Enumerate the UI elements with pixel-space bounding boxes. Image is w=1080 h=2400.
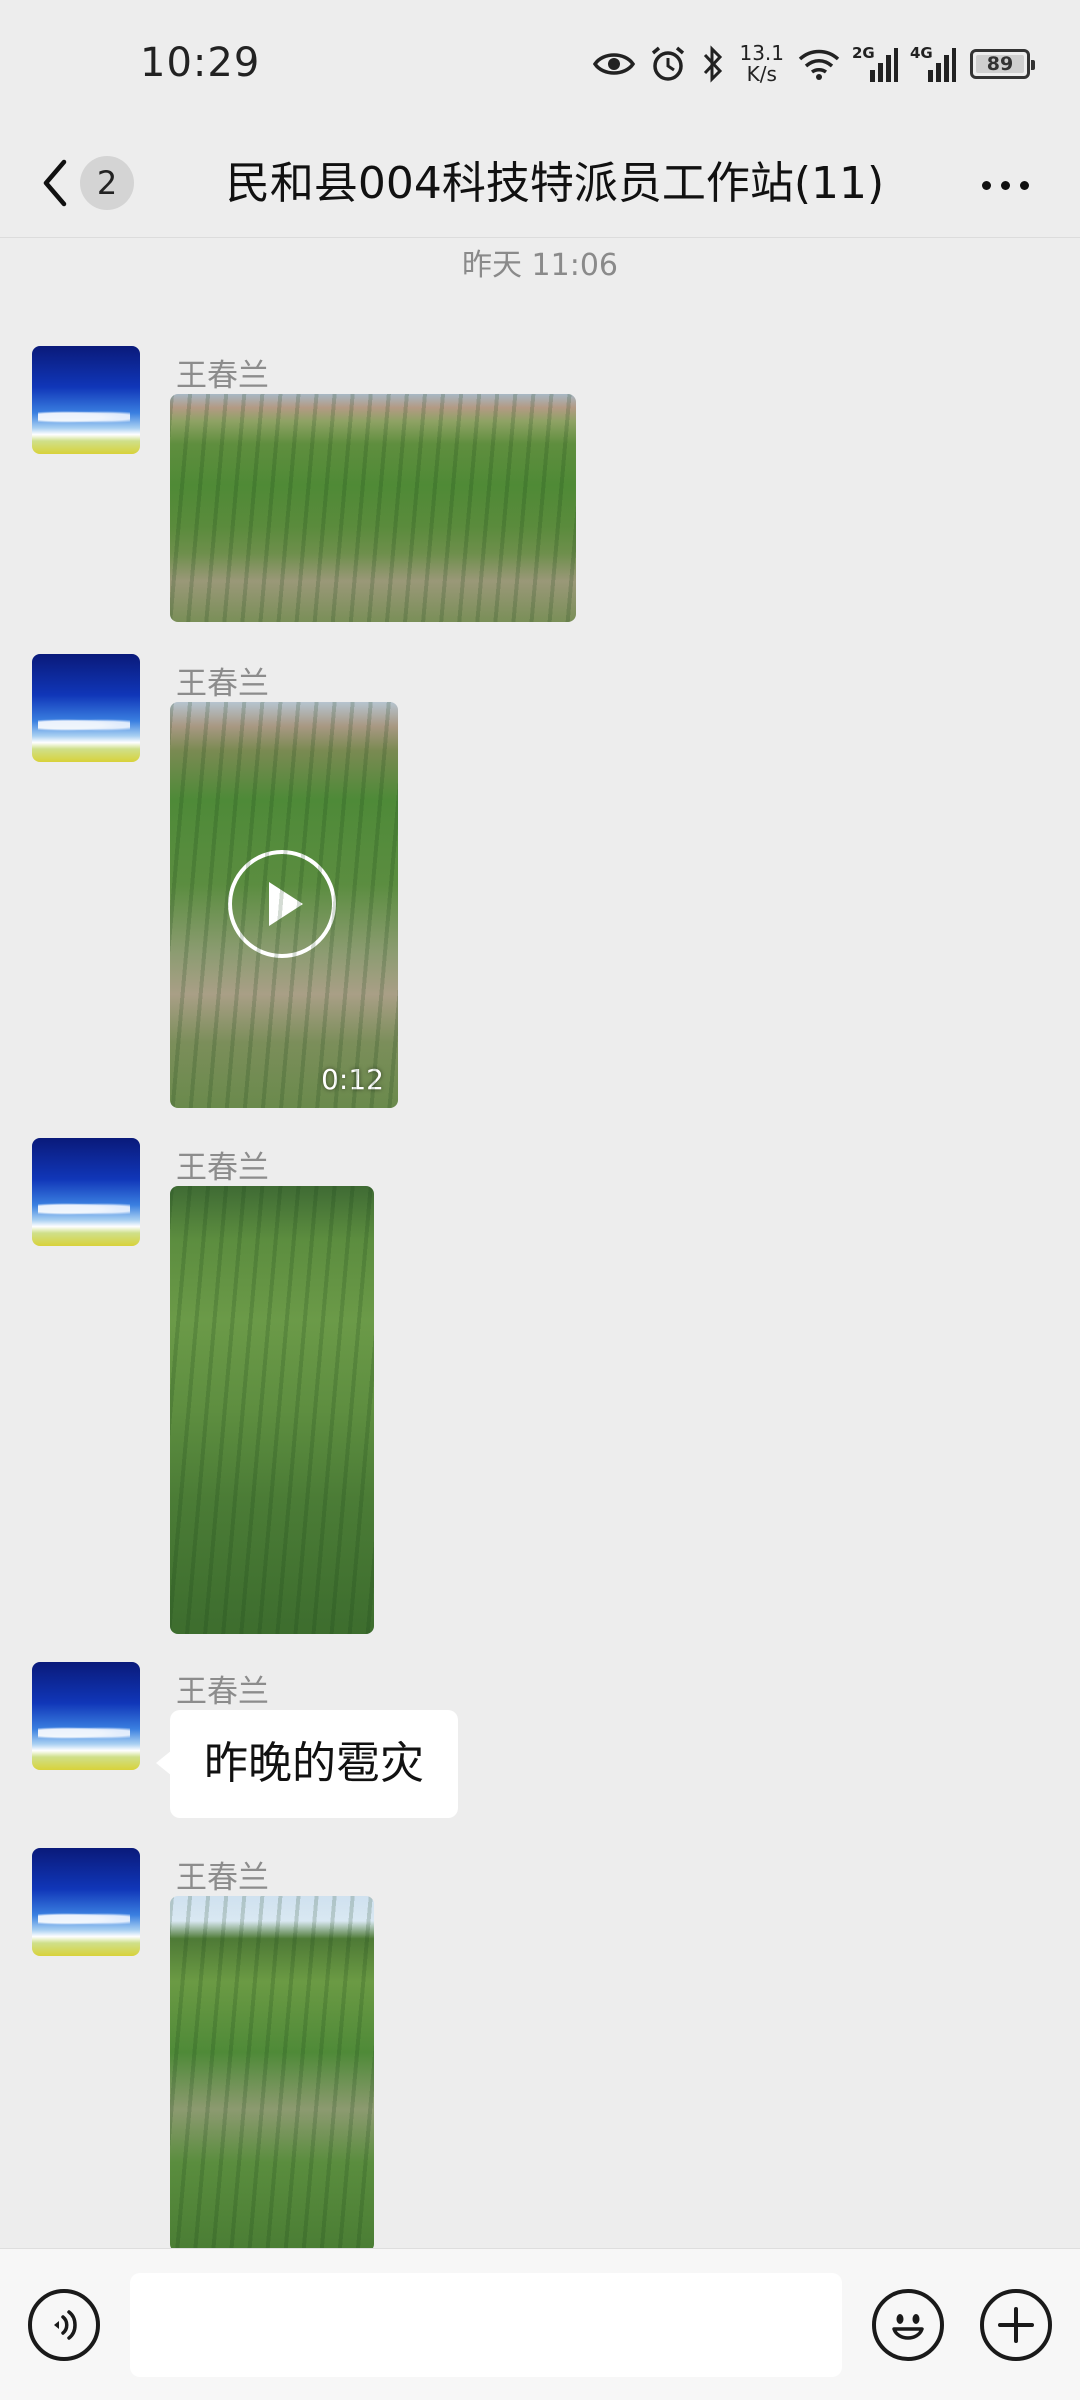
message-item: 王春兰 昨晚的雹灾 [0, 1662, 1080, 1822]
network-speed-unit: K/s [746, 62, 777, 86]
avatar[interactable] [32, 1848, 140, 1956]
video-message[interactable]: 0:12 [170, 702, 398, 1108]
plus-icon [998, 2307, 1034, 2343]
page-title: 民和县004科技特派员工作站(11) [225, 158, 885, 209]
sim1-tag: 2G [852, 44, 875, 62]
avatar[interactable] [32, 1662, 140, 1770]
voice-icon [54, 2310, 77, 2340]
emoji-button[interactable] [872, 2289, 944, 2361]
network-speed-value: 13.1 [739, 41, 784, 65]
sender-name: 王春兰 [176, 1860, 269, 1896]
eye-icon [593, 53, 636, 75]
message-item: 王春兰 [0, 1848, 1080, 2252]
message-item: 王春兰 [0, 346, 1080, 626]
avatar[interactable] [32, 654, 140, 762]
plus-button[interactable] [980, 2289, 1052, 2361]
image-message[interactable] [170, 394, 576, 622]
sim1-signal: 2G [852, 44, 898, 82]
image-message[interactable] [170, 1896, 374, 2252]
image-message[interactable] [170, 1186, 374, 1634]
dot-icon [1000, 180, 1010, 190]
status-time: 10:29 [140, 40, 261, 86]
video-duration: 0:12 [321, 1063, 384, 1096]
sim2-tag: 4G [910, 44, 933, 62]
dot-icon [981, 180, 991, 190]
message-input[interactable] [130, 2273, 842, 2377]
chat-header: 2 民和县004科技特派员工作站(11) [0, 130, 1080, 238]
more-button[interactable] [970, 160, 1040, 210]
text-bubble[interactable]: 昨晚的雹灾 [156, 1710, 458, 1818]
status-icons: 13.1 K/s 2G 4G 89 [593, 36, 1035, 92]
network-speed: 13.1 K/s [739, 43, 784, 85]
avatar[interactable] [32, 1138, 140, 1246]
message-item: 王春兰 [0, 1138, 1080, 1638]
input-bar [0, 2248, 1080, 2400]
battery-level: 89 [986, 53, 1014, 75]
sender-name: 王春兰 [176, 1150, 269, 1186]
sender-name: 王春兰 [176, 666, 269, 702]
bluetooth-icon [704, 45, 723, 83]
avatar[interactable] [32, 346, 140, 454]
dot-icon [1019, 180, 1029, 190]
sender-name: 王春兰 [176, 358, 269, 394]
battery-icon: 89 [970, 49, 1035, 79]
alarm-icon [652, 46, 685, 81]
wifi-icon [798, 49, 840, 80]
status-bar: 10:29 13.1 K/s 2G 4G 89 [0, 0, 1080, 130]
play-icon [228, 850, 336, 958]
sim2-signal: 4G [910, 44, 956, 82]
chat-timestamp: 昨天 11:06 [462, 248, 618, 283]
voice-button[interactable] [28, 2289, 100, 2361]
sender-name: 王春兰 [176, 1674, 269, 1710]
emoji-icon [892, 2314, 924, 2340]
message-item: 王春兰 0:12 [0, 654, 1080, 1114]
